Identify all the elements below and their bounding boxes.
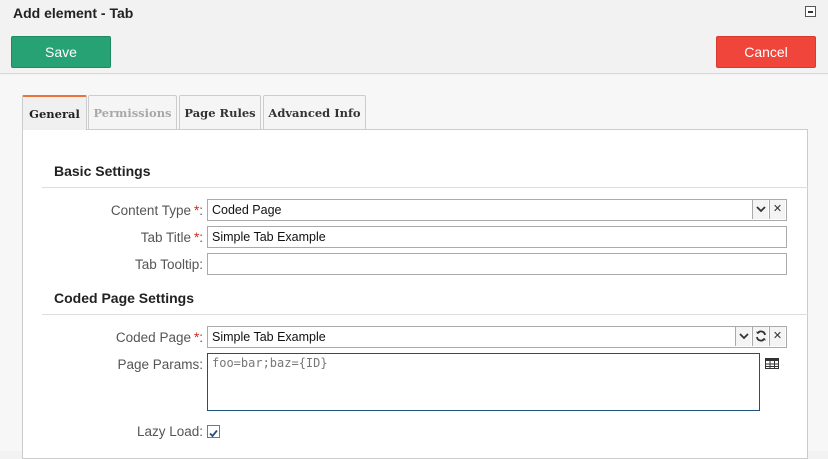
coded-page-value: Simple Tab Example — [212, 330, 326, 344]
coded-page-select[interactable]: Simple Tab Example ✕ — [207, 326, 787, 348]
tab-page-rules[interactable]: Page Rules — [179, 95, 261, 129]
minimize-icon[interactable] — [805, 6, 816, 17]
save-button[interactable]: Save — [11, 36, 111, 68]
checkmark-icon — [209, 429, 218, 438]
tab-title-label: Tab Title *: — [140, 230, 203, 245]
lazy-load-checkbox[interactable] — [207, 425, 220, 438]
tab-advanced-info[interactable]: Advanced Info — [263, 95, 366, 129]
lazy-load-label: Lazy Load: — [136, 424, 203, 439]
content-type-value: Coded Page — [212, 203, 282, 217]
cancel-button[interactable]: Cancel — [716, 36, 816, 68]
window-titlebar: Add element - Tab — [0, 0, 828, 28]
tab-title-input[interactable]: Simple Tab Example — [207, 226, 787, 248]
window-title: Add element - Tab — [13, 5, 134, 21]
tab-tooltip-label: Tab Tooltip: — [134, 257, 203, 272]
table-grid-icon[interactable] — [765, 358, 779, 369]
chevron-down-icon[interactable] — [752, 200, 768, 219]
close-icon[interactable]: ✕ — [769, 200, 785, 219]
page-params-label: Page Params: — [117, 357, 203, 372]
toolbar: Save Cancel — [0, 28, 828, 74]
section-title-coded-page-settings: Coded Page Settings — [54, 290, 195, 306]
section-divider — [42, 187, 808, 188]
tab-tooltip-input[interactable] — [207, 253, 787, 275]
page-params-textarea[interactable]: foo=bar;baz={ID} — [207, 353, 760, 411]
refresh-icon[interactable] — [752, 327, 768, 346]
coded-page-label: Coded Page *: — [115, 330, 203, 345]
content-type-select[interactable]: Coded Page ✕ — [207, 199, 787, 221]
content-type-label: Content Type *: — [110, 203, 203, 218]
close-icon[interactable]: ✕ — [769, 327, 785, 346]
dialog-content: General Permissions Page Rules Advanced … — [0, 75, 828, 459]
general-panel: Basic Settings Content Type *: Coded Page… — [22, 129, 808, 459]
section-title-basic-settings: Basic Settings — [54, 163, 151, 179]
chevron-down-icon[interactable] — [735, 327, 751, 346]
section-divider — [42, 314, 808, 315]
tab-permissions: Permissions — [88, 95, 177, 129]
tab-general[interactable]: General — [22, 95, 87, 130]
